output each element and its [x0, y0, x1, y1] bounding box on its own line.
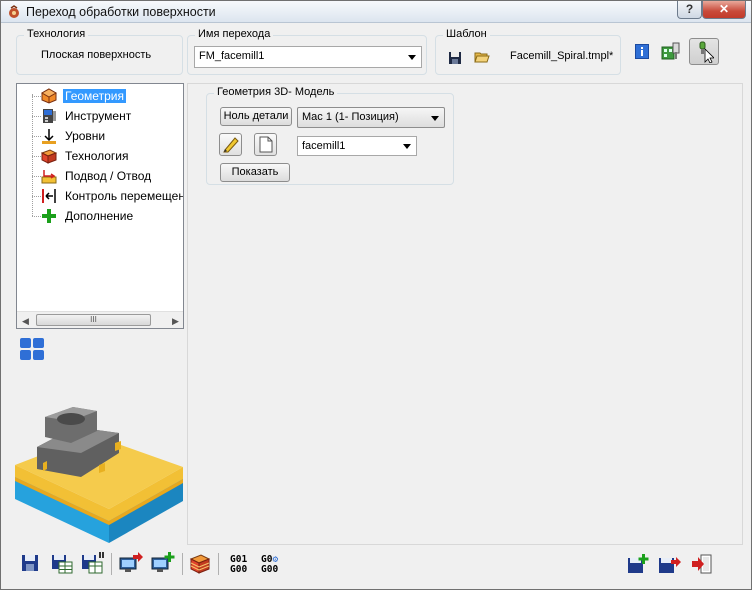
technology-icon: [40, 148, 58, 164]
tree-item[interactable]: Подвод / Отвод: [17, 167, 183, 185]
model-select[interactable]: facemill1: [297, 136, 417, 156]
tree-item[interactable]: Контроль перемещен: [17, 187, 184, 205]
facemill-preview-image: [15, 403, 183, 543]
save-and-exit-icon[interactable]: [658, 554, 682, 574]
tree-item[interactable]: Дополнение: [17, 207, 183, 225]
export-to-machine-icon[interactable]: [119, 552, 143, 574]
tree-item-label: Подвод / Отвод: [65, 169, 152, 183]
tree-item[interactable]: Технология: [17, 147, 183, 165]
tree-item-label: Инструмент: [65, 109, 132, 123]
pencil-icon: [223, 136, 239, 153]
geometry-icon: [40, 88, 58, 104]
window-title: Переход обработки поверхности: [26, 5, 216, 19]
edit-geometry-button[interactable]: [219, 133, 242, 156]
geometry-legend: Геометрия 3D- Модель: [214, 86, 338, 98]
tree-item-label: Дополнение: [65, 209, 134, 223]
tree-item[interactable]: Инструмент: [17, 107, 183, 125]
new-document-icon: [259, 136, 273, 153]
add-to-machine-icon[interactable]: [151, 552, 175, 574]
gcode-settings-button[interactable]: G0⚙ G00: [261, 555, 278, 575]
chevron-down-icon: [431, 116, 439, 121]
close-button[interactable]: ✕: [702, 1, 746, 19]
chevron-down-icon: [403, 144, 411, 149]
motion-control-icon: [41, 188, 57, 204]
tree-horizontal-scrollbar[interactable]: ◀ III ▶: [17, 311, 183, 328]
step-name-group: Имя перехода FM_facemill1: [187, 28, 427, 75]
save-all-icon[interactable]: [81, 552, 105, 574]
layout-grid-icon[interactable]: [19, 337, 45, 361]
tool-icon: [41, 108, 57, 124]
tree-item[interactable]: Геометрия: [17, 87, 183, 105]
select-model-button[interactable]: [689, 38, 719, 65]
toolbar-separator: [182, 553, 183, 575]
cursor-select-icon: [696, 41, 714, 63]
technology-group: Технология Плоская поверхность: [16, 28, 183, 75]
save-and-new-icon[interactable]: [627, 554, 649, 574]
exit-icon[interactable]: [691, 554, 713, 574]
app-logo-icon: [7, 5, 21, 19]
tool-database-icon[interactable]: [661, 41, 681, 61]
tree-item-label: Уровни: [65, 129, 106, 143]
tree-item[interactable]: Уровни: [17, 127, 183, 145]
gcode-line-2: G00: [230, 564, 248, 575]
template-value: Facemill_Spiral.tmpl*: [510, 50, 614, 62]
technology-legend: Технология: [24, 28, 89, 40]
navigation-tree[interactable]: Геометрия Инструмент Уровни Технология Подво…: [16, 83, 184, 329]
step-name-legend: Имя перехода: [195, 28, 274, 40]
dialog-window: Переход обработки поверхности ? ✕ Технол…: [0, 0, 752, 590]
approach-retract-icon: [41, 168, 57, 184]
mac-select-value: Mac 1 (1- Позиция): [302, 111, 399, 123]
mac-select[interactable]: Mac 1 (1- Позиция): [297, 107, 445, 128]
show-button[interactable]: Показать: [220, 163, 290, 182]
levels-icon: [41, 128, 57, 144]
template-group: Шаблон Facemill_Spiral.tmpl*: [435, 28, 621, 75]
info-icon[interactable]: [635, 44, 649, 59]
help-button[interactable]: ?: [677, 1, 702, 19]
technology-value: Плоская поверхность: [41, 49, 152, 61]
save-icon[interactable]: [21, 554, 39, 572]
title-bar: Переход обработки поверхности ? ✕: [1, 1, 751, 23]
geometry-group: Геометрия 3D- Модель Ноль детали Mac 1 (…: [206, 86, 454, 185]
scroll-thumb[interactable]: III: [36, 314, 151, 326]
model-select-value: facemill1: [302, 140, 346, 152]
save-template-icon[interactable]: [448, 51, 462, 65]
gcode-simulate-button[interactable]: G01 G00: [230, 555, 247, 575]
new-geometry-button[interactable]: [254, 133, 277, 156]
toolbar-separator: [218, 553, 219, 575]
template-legend: Шаблон: [443, 28, 490, 40]
scroll-left-icon[interactable]: ◀: [22, 316, 29, 327]
toolbar-separator: [111, 553, 112, 575]
chevron-down-icon: [408, 55, 416, 60]
tree-item-label: Контроль перемещен: [65, 189, 184, 203]
gcode-line-2: G00: [261, 564, 279, 575]
step-name-value: FM_facemill1: [199, 50, 265, 62]
add-icon: [41, 208, 57, 224]
open-folder-icon[interactable]: [474, 50, 490, 64]
save-table-icon[interactable]: [51, 554, 73, 574]
tree-item-label: Геометрия: [63, 89, 126, 103]
stock-layers-icon[interactable]: [189, 553, 211, 575]
part-zero-button[interactable]: Ноль детали: [220, 107, 292, 126]
step-name-combo[interactable]: FM_facemill1: [194, 46, 422, 68]
tree-item-label: Технология: [65, 149, 129, 163]
scroll-right-icon[interactable]: ▶: [172, 316, 179, 327]
